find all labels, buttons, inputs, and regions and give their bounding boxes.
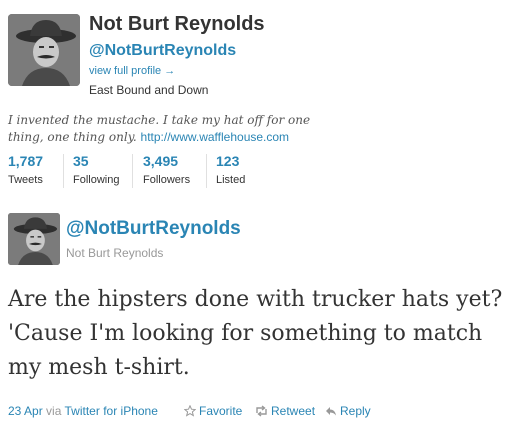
stat-followers-count: 3,495 <box>143 153 179 169</box>
stat-tweets-label: Tweets <box>8 174 43 186</box>
stat-followers[interactable]: 3,495 Followers <box>143 153 190 189</box>
tweet-date[interactable]: 23 Apr <box>8 404 43 418</box>
profile-name: Not Burt Reynolds <box>89 13 265 35</box>
stat-tweets-count: 1,787 <box>8 153 44 169</box>
tweet-author-name: Not Burt Reynolds <box>66 246 164 260</box>
stat-tweets[interactable]: 1,787 Tweets <box>8 153 43 189</box>
stat-listed[interactable]: 123 Listed <box>216 153 245 189</box>
favorite-label: Favorite <box>199 404 243 418</box>
reply-label: Reply <box>340 404 371 418</box>
view-full-profile-link[interactable]: view full profile → <box>89 65 175 77</box>
avatar-photo-icon <box>8 14 80 86</box>
profile-card: Not Burt Reynolds @NotBurtReynolds view … <box>0 0 520 200</box>
stat-followers-label: Followers <box>143 174 191 186</box>
stat-following-count: 35 <box>73 153 89 169</box>
tweet-meta: 23 Apr via Twitter for iPhone <box>8 404 158 418</box>
stat-divider <box>63 154 64 188</box>
profile-location: East Bound and Down <box>89 83 209 97</box>
retweet-icon <box>256 405 267 417</box>
tweet-author-handle[interactable]: @NotBurtReynolds <box>66 218 241 240</box>
stat-divider <box>206 154 207 188</box>
reply-button[interactable]: Reply <box>325 404 371 418</box>
profile-bio-link[interactable]: http://www.wafflehouse.com <box>141 130 290 144</box>
stat-listed-label: Listed <box>216 174 246 186</box>
stat-following-label: Following <box>73 174 120 186</box>
reply-arrow-icon <box>326 407 336 416</box>
tweet-via: via <box>46 404 62 418</box>
profile-bio: I invented the mustache. I take my hat o… <box>8 112 338 146</box>
retweet-label: Retweet <box>271 404 316 418</box>
tweet-text: Are the hipsters done with trucker hats … <box>8 287 503 380</box>
profile-avatar[interactable] <box>8 14 80 86</box>
star-icon <box>184 405 196 417</box>
stat-listed-count: 123 <box>216 153 240 169</box>
stat-following[interactable]: 35 Following <box>73 153 119 189</box>
avatar-photo-icon <box>8 213 60 265</box>
profile-handle[interactable]: @NotBurtReynolds <box>89 42 236 60</box>
favorite-button[interactable]: Favorite <box>184 404 242 418</box>
tweet-source[interactable]: Twitter for iPhone <box>65 404 158 418</box>
retweet-button[interactable]: Retweet <box>255 404 315 418</box>
tweet-avatar[interactable] <box>8 213 60 265</box>
stat-divider <box>132 154 133 188</box>
